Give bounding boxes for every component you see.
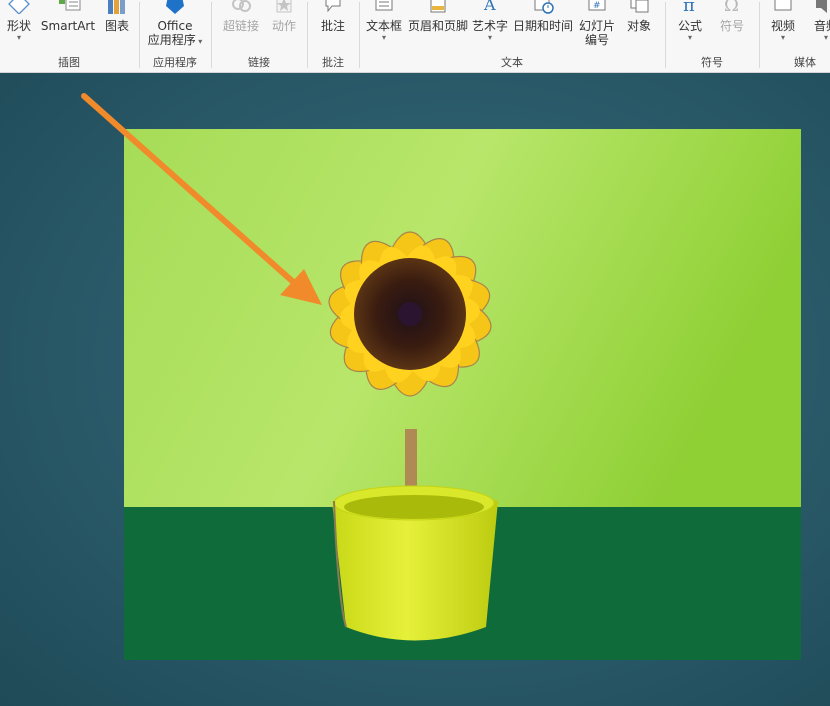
object-icon <box>625 0 653 14</box>
svg-text:π: π <box>683 0 695 14</box>
textbox-icon <box>370 0 398 14</box>
shapes-icon <box>5 0 33 14</box>
comment-button[interactable]: 批注 <box>314 0 352 33</box>
chart-button[interactable]: 图表 <box>100 0 134 33</box>
audio-label: 音频 <box>813 19 830 33</box>
slide-number-label2: 编号 <box>584 33 609 47</box>
group-illustrations: 形状 ▾ SmartArt 图表 插图 <box>0 0 138 72</box>
group-symbols: π 公式 ▾ Ω 符号 符号 <box>666 0 758 72</box>
video-icon <box>769 0 797 14</box>
audio-icon <box>812 0 830 14</box>
hyperlink-button[interactable]: 超链接 <box>218 0 264 33</box>
chevron-down-icon: ▾ <box>381 33 386 42</box>
svg-text:#: # <box>593 1 601 11</box>
group-links: 超链接 动作 链接 <box>212 0 306 72</box>
office-apps-button[interactable]: Office 应用程序 ▾ <box>144 0 206 47</box>
hyperlink-icon <box>227 0 255 14</box>
group-label-symbols: 符号 <box>701 56 723 69</box>
object-button[interactable]: 对象 <box>620 0 658 33</box>
symbol-button[interactable]: Ω 符号 <box>714 0 750 33</box>
textbox-button[interactable]: 文本框 ▾ <box>362 0 406 43</box>
comment-label: 批注 <box>320 19 345 33</box>
shapes-label: 形状 <box>6 19 31 33</box>
smartart-label: SmartArt <box>40 19 96 33</box>
ribbon-insert-tab: 形状 ▾ SmartArt 图表 插图 Office 应用程序 ▾ 应用程序 超… <box>0 0 830 73</box>
wordart-label: 艺术字 <box>471 19 508 33</box>
office-apps-icon <box>161 0 189 14</box>
symbol-label: 符号 <box>719 19 744 33</box>
group-text: 文本框 ▾ 页眉和页脚 A 艺术字 ▾ 日期和时间 # 幻灯片 编号 对象 文本 <box>360 0 664 72</box>
group-media: 视频 ▾ 音频 ▾ 媒体 <box>760 0 830 72</box>
header-footer-button[interactable]: 页眉和页脚 <box>406 0 470 33</box>
chevron-down-icon: ▾ <box>823 33 828 42</box>
shapes-button[interactable]: 形状 ▾ <box>2 0 36 43</box>
slide-number-icon: # <box>583 0 611 14</box>
chevron-down-icon: ▾ <box>487 33 492 42</box>
chevron-down-icon: ▾ <box>16 33 21 42</box>
slide-number-label: 幻灯片 <box>578 19 615 33</box>
comment-icon <box>319 0 347 14</box>
group-apps: Office 应用程序 ▾ 应用程序 <box>140 0 210 72</box>
video-button[interactable]: 视频 ▾ <box>764 0 802 43</box>
group-label-links: 链接 <box>248 56 270 69</box>
group-label-text: 文本 <box>501 56 523 69</box>
annotation-arrow <box>81 93 322 305</box>
group-comments: 批注 批注 <box>308 0 358 72</box>
chart-label: 图表 <box>104 19 129 33</box>
action-icon <box>270 0 298 14</box>
smartart-icon <box>54 0 82 14</box>
office-apps-label-line2: 应用程序 ▾ <box>144 33 206 47</box>
header-footer-label: 页眉和页脚 <box>407 19 468 33</box>
svg-text:Ω: Ω <box>724 0 739 14</box>
date-time-label: 日期和时间 <box>512 19 573 33</box>
video-label: 视频 <box>770 19 795 33</box>
chevron-down-icon: ▾ <box>687 33 692 42</box>
svg-text:A: A <box>483 0 496 14</box>
flower-pot <box>332 485 498 641</box>
equation-icon: π <box>676 0 704 14</box>
group-label-illustrations: 插图 <box>58 56 80 69</box>
equation-button[interactable]: π 公式 ▾ <box>672 0 708 43</box>
chart-icon <box>103 0 131 14</box>
date-time-button[interactable]: 日期和时间 <box>510 0 576 33</box>
hyperlink-label: 超链接 <box>222 19 259 33</box>
symbol-icon: Ω <box>718 0 746 14</box>
equation-label: 公式 <box>677 19 702 33</box>
wordart-button[interactable]: A 艺术字 ▾ <box>470 0 510 43</box>
slide-number-button[interactable]: # 幻灯片 编号 <box>576 0 618 47</box>
chevron-down-icon: ▾ <box>195 37 203 46</box>
group-label-comments: 批注 <box>322 56 344 69</box>
group-label-apps: 应用程序 <box>153 56 197 69</box>
action-button[interactable]: 动作 <box>266 0 302 33</box>
group-label-media: 媒体 <box>794 56 816 69</box>
header-footer-icon <box>424 0 452 14</box>
office-apps-label: Office <box>157 19 193 33</box>
office-apps-label2: 应用程序 <box>147 33 196 47</box>
date-time-icon <box>529 0 557 14</box>
smartart-button[interactable]: SmartArt <box>40 0 96 33</box>
wordart-icon: A <box>476 0 504 14</box>
textbox-label: 文本框 <box>365 19 402 33</box>
chevron-down-icon: ▾ <box>780 33 785 42</box>
action-label: 动作 <box>271 19 296 33</box>
audio-button[interactable]: 音频 ▾ <box>806 0 830 43</box>
object-label: 对象 <box>626 19 651 33</box>
